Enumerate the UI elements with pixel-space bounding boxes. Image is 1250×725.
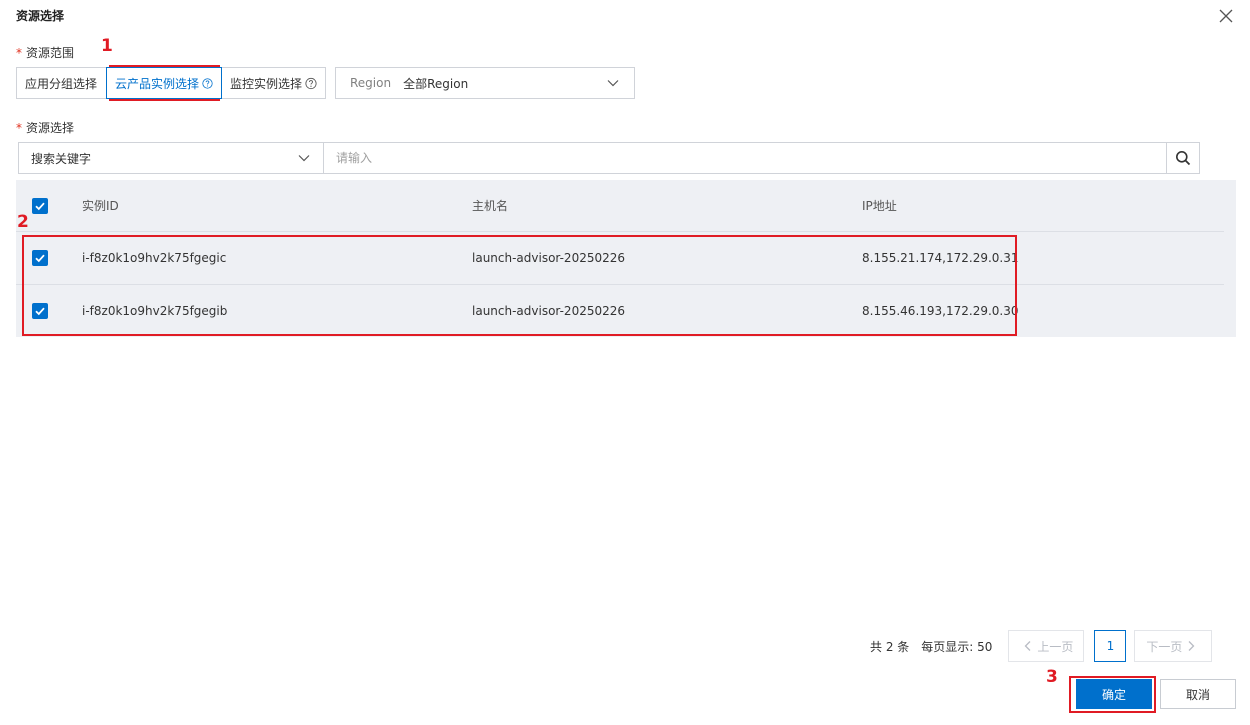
chevron-right-icon — [1188, 641, 1195, 651]
segment-label: 监控实例选择 — [230, 76, 303, 91]
required-mark: * — [16, 46, 22, 60]
resource-scope-label: * 资源范围 — [16, 44, 74, 61]
region-value: 全部Region — [403, 76, 469, 91]
page-number-button[interactable]: 1 — [1094, 630, 1127, 662]
segment-label: 云产品实例选择 — [115, 76, 200, 91]
segment-app-group[interactable]: 应用分组选择 — [16, 67, 107, 99]
pagination-per-page: 每页显示: 50 — [921, 639, 993, 654]
cancel-button[interactable]: 取消 — [1160, 679, 1236, 709]
resource-scope-label-text: 资源范围 — [26, 46, 75, 60]
help-icon[interactable] — [305, 77, 317, 90]
search-key-value: 搜索关键字 — [31, 151, 92, 166]
search-input[interactable] — [324, 143, 1166, 173]
search-icon — [1176, 151, 1191, 166]
search-bar: 搜索关键字 — [18, 142, 1200, 174]
column-header-ip: IP地址 — [862, 199, 897, 213]
confirm-button[interactable]: 确定 — [1076, 679, 1152, 709]
close-icon[interactable] — [1216, 6, 1236, 26]
segment-label: 应用分组选择 — [25, 76, 98, 91]
pagination: 共 2 条 每页显示: 50 上一页 1 下一页 — [870, 630, 1213, 662]
prev-page-label: 上一页 — [1037, 639, 1074, 654]
column-header-hostname: 主机名 — [472, 199, 509, 213]
check-icon — [35, 202, 45, 210]
step-annotation-2: 2 — [17, 212, 29, 232]
segment-cloud-instance[interactable]: 云产品实例选择 — [106, 67, 222, 99]
annotation-box-2 — [22, 235, 1017, 336]
pagination-total: 共 2 条 — [870, 639, 910, 654]
chevron-down-icon — [607, 80, 619, 87]
resource-select-label: * 资源选择 — [16, 119, 74, 136]
search-key-select[interactable]: 搜索关键字 — [19, 143, 324, 173]
next-page-label: 下一页 — [1146, 639, 1183, 654]
prev-page-button[interactable]: 上一页 — [1008, 630, 1085, 662]
help-icon[interactable] — [202, 77, 213, 90]
table-header-row: 实例ID 主机名 IP地址 — [16, 180, 1236, 231]
resource-select-label-text: 资源选择 — [26, 121, 75, 135]
select-all-checkbox[interactable] — [32, 197, 48, 214]
required-mark: * — [16, 121, 22, 135]
dialog-title: 资源选择 — [16, 9, 65, 23]
column-header-instance-id: 实例ID — [82, 199, 119, 213]
chevron-left-icon — [1024, 641, 1031, 651]
region-select[interactable]: Region 全部Region — [335, 67, 635, 99]
step-annotation-3: 3 — [1046, 667, 1058, 687]
search-button[interactable] — [1166, 143, 1199, 173]
segment-monitor-instance[interactable]: 监控实例选择 — [221, 67, 326, 99]
region-prefix: Region — [350, 76, 392, 90]
next-page-button[interactable]: 下一页 — [1134, 630, 1213, 662]
scope-segment-group: 应用分组选择 云产品实例选择 监控实例选择 — [16, 67, 326, 99]
step-annotation-1: 1 — [101, 36, 113, 56]
chevron-down-icon — [298, 155, 310, 162]
